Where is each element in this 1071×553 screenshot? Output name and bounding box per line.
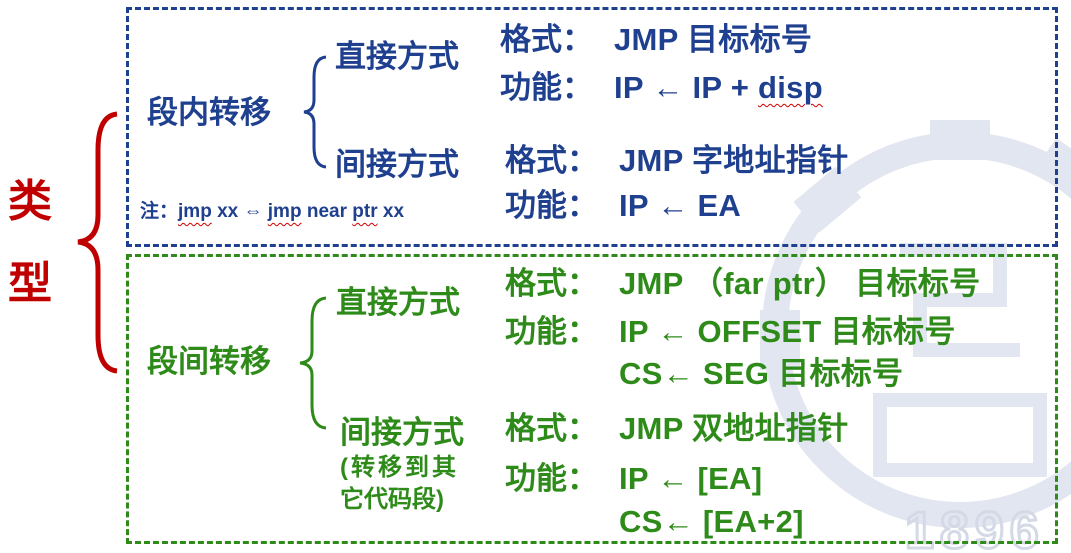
inter-brace-icon — [299, 296, 327, 430]
type-label-bottom: 型 — [8, 259, 52, 308]
inter-direct-function-line1: IP ← OFFSET 目标标号 — [619, 314, 956, 349]
intra-direct-function-label: 功能： — [500, 70, 593, 105]
intra-direct-title: 直接方式 — [335, 39, 459, 74]
inter-direct-format-value: JMP （far ptr） 目标标号 — [619, 266, 981, 301]
inter-indirect-function-line1: IP ← [EA] — [619, 461, 763, 496]
intra-indirect-function-value: IP ← EA — [619, 188, 742, 223]
inter-indirect-subtitle-line2: 它代码段) — [340, 486, 444, 513]
type-label-top: 类 — [8, 177, 52, 226]
inter-direct-function-line2: CS← SEG 目标标号 — [619, 356, 904, 391]
inter-indirect-subtitle-line1: (转移到其 — [340, 454, 459, 481]
intra-indirect-format-value: JMP 字地址指针 — [619, 143, 849, 178]
intra-segment-title: 段内转移 — [147, 95, 271, 130]
intra-direct-function-value: IP ← IP + disp — [614, 70, 823, 105]
inter-indirect-format-value: JMP 双地址指针 — [619, 411, 849, 446]
intra-note: 注：jmp xx ⇔ jmp near ptr xx — [140, 201, 405, 222]
intra-indirect-function-label: 功能： — [505, 188, 598, 223]
intra-indirect-format-label: 格式： — [505, 143, 598, 178]
inter-indirect-title: 间接方式 — [340, 415, 464, 450]
type-brace-icon — [77, 111, 118, 374]
intra-direct-format-label: 格式： — [500, 22, 593, 57]
inter-indirect-function-label: 功能： — [505, 461, 598, 496]
intra-indirect-title: 间接方式 — [335, 147, 459, 182]
inter-segment-title: 段间转移 — [147, 344, 271, 379]
inter-direct-function-label: 功能： — [505, 314, 598, 349]
intra-direct-format-value: JMP 目标标号 — [614, 22, 813, 57]
inter-indirect-function-line2: CS← [EA+2] — [619, 504, 804, 539]
inter-indirect-format-label: 格式： — [505, 411, 598, 446]
inter-direct-format-label: 格式： — [505, 266, 598, 301]
inter-direct-title: 直接方式 — [336, 285, 460, 320]
intra-brace-icon — [303, 55, 327, 169]
